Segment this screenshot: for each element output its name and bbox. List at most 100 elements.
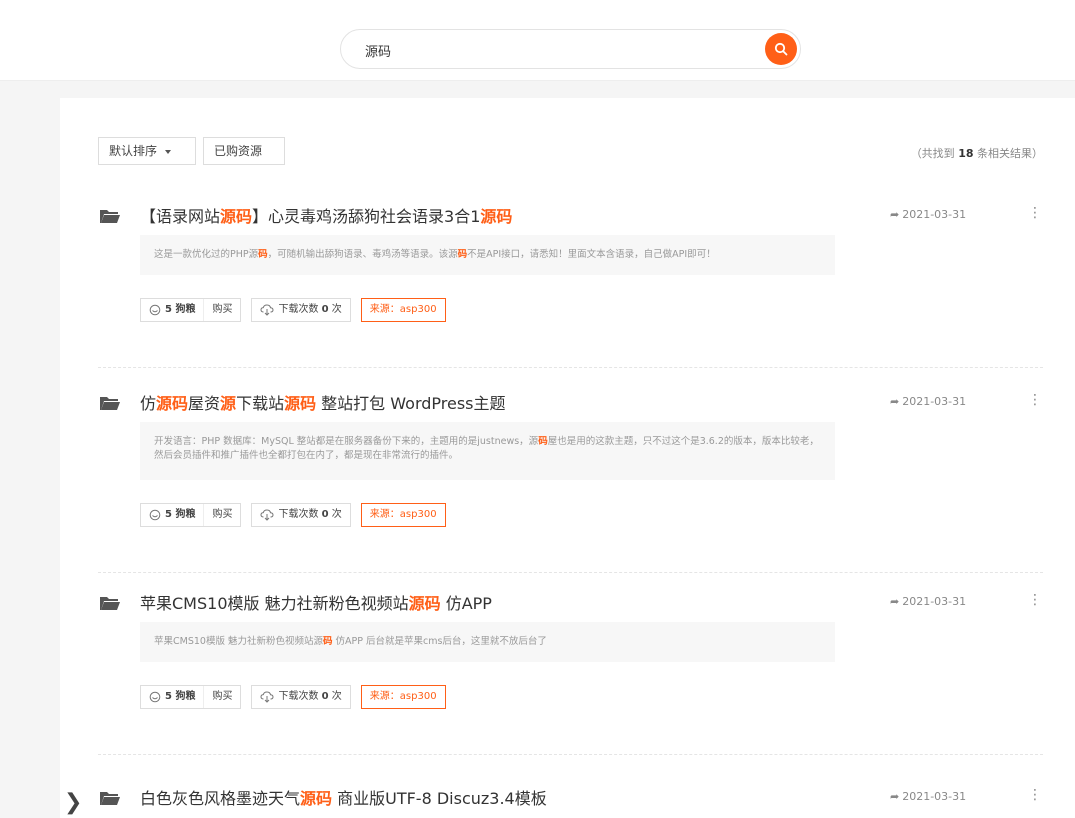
keyword-highlight: 源码 (156, 394, 189, 413)
search-input[interactable] (363, 39, 747, 61)
item-divider (98, 367, 1043, 368)
date-text: 2021-03-31 (902, 395, 967, 408)
title-text: 屋资 (188, 394, 221, 413)
title-text: 下载站 (236, 394, 285, 413)
item-title-link[interactable]: 白色灰色风格墨迹天气源码 商业版UTF-8 Discuz3.4模板 (140, 785, 547, 809)
sort-label: 默认排序 (109, 144, 158, 158)
caret-down-icon (165, 149, 172, 154)
source-tag[interactable]: 来源：asp300 (360, 685, 446, 709)
folder-icon (100, 597, 120, 610)
coin-icon (149, 691, 161, 703)
result-count-suffix: 条相关结果） (977, 147, 1043, 160)
title-text: 仿 (140, 394, 157, 413)
search-box (340, 29, 801, 69)
date-text: 2021-03-31 (902, 595, 967, 608)
more-vertical-icon[interactable]: ⋮ (1028, 787, 1042, 803)
share-arrow-icon: ➦ (890, 395, 900, 408)
keyword-highlight: 源码 (284, 394, 317, 413)
item-description: 苹果CMS10模版 魅力社新粉色视频站源码 仿APP 后台就是苹果cms后台，这… (140, 622, 835, 662)
item-description: 开发语言：PHP 数据库：MySQL 整站都是在服务器备份下来的，主题用的是ju… (140, 422, 835, 480)
item-title-link[interactable]: 仿源码屋资源下载站源码 整站打包 WordPress主题 (140, 390, 506, 414)
share-arrow-icon: ➦ (890, 790, 900, 803)
share-arrow-icon: ➦ (890, 208, 900, 221)
desc-text: ，可随机输出舔狗语录、毒鸡汤等语录。该源 (267, 249, 458, 260)
result-count: （共找到 18 条相关结果） (911, 145, 1043, 161)
cloud-download-icon (260, 304, 274, 316)
item-date: ➦ 2021-03-31 (890, 395, 966, 408)
title-text: 整站打包 WordPress主题 (316, 394, 506, 413)
date-text: 2021-03-31 (902, 208, 967, 221)
cloud-download-icon (260, 509, 274, 521)
buy-button[interactable]: 购买 (203, 686, 240, 708)
price-segment: 5 狗粮 (141, 299, 203, 321)
download-text: 下载次数 0 次 (278, 504, 341, 526)
desc-text: 苹果CMS10模版 魅力社新粉色视频站源 (154, 636, 323, 647)
title-text: 】心灵毒鸡汤舔狗社会语录3合1 (252, 207, 481, 226)
item-date: ➦ 2021-03-31 (890, 790, 966, 803)
title-text: 白色灰色风格墨迹天气 (140, 789, 301, 808)
search-icon (774, 42, 788, 56)
keyword-highlight: 码 (457, 249, 468, 260)
share-arrow-icon: ➦ (890, 595, 900, 608)
item-date: ➦ 2021-03-31 (890, 208, 966, 221)
price-segment: 5 狗粮 (141, 686, 203, 708)
price-segment: 5 狗粮 (141, 504, 203, 526)
buy-button[interactable]: 购买 (203, 299, 240, 321)
source-tag[interactable]: 来源：asp300 (360, 503, 446, 527)
keyword-highlight: 源码 (480, 207, 513, 226)
price-text: 5 狗粮 (165, 691, 196, 702)
download-unit: 次 (328, 304, 342, 315)
keyword-highlight: 源 (220, 394, 237, 413)
download-count-tag: 下载次数 0 次 (251, 685, 351, 709)
desc-text: 这是一款优化过的PHP源 (154, 249, 259, 260)
coin-icon (149, 304, 161, 316)
chevron-left-icon[interactable]: ❯ (64, 792, 82, 814)
download-count: 0 (321, 304, 329, 315)
coin-icon (149, 509, 161, 521)
item-divider (98, 754, 1043, 755)
more-vertical-icon[interactable]: ⋮ (1028, 205, 1042, 221)
source-tag[interactable]: 来源：asp300 (360, 298, 446, 322)
price-text: 5 狗粮 (165, 304, 196, 315)
download-unit: 次 (328, 509, 342, 520)
item-title-link[interactable]: 苹果CMS10模版 魅力社新粉色视频站源码 仿APP (140, 590, 492, 614)
item-tags: 5 狗粮 购买 下载次数 0 次来源：asp300 (140, 503, 446, 527)
buy-button[interactable]: 购买 (203, 504, 240, 526)
keyword-highlight: 源码 (300, 789, 333, 808)
keyword-highlight: 码 (258, 249, 268, 260)
more-vertical-icon[interactable]: ⋮ (1028, 392, 1042, 408)
sort-dropdown[interactable]: 默认排序 (98, 137, 196, 165)
title-text: 【语录网站 (140, 207, 221, 226)
item-date: ➦ 2021-03-31 (890, 595, 966, 608)
download-text: 下载次数 0 次 (278, 686, 341, 708)
desc-text: 仿APP 后台就是苹果cms后台，这里就不放后台了 (332, 636, 547, 647)
download-label: 下载次数 (278, 304, 322, 315)
title-text: 苹果CMS10模版 魅力社新粉色视频站 (140, 594, 409, 613)
price-buy-tag: 5 狗粮 购买 (140, 503, 242, 527)
more-vertical-icon[interactable]: ⋮ (1028, 592, 1042, 608)
desc-text: 开发语言：PHP 数据库：MySQL 整站都是在服务器备份下来的，主题用的是ju… (154, 436, 539, 447)
search-button[interactable] (765, 33, 797, 65)
item-description: 这是一款优化过的PHP源码，可随机输出舔狗语录、毒鸡汤等语录。该源码不是API接… (140, 235, 835, 275)
price-buy-tag: 5 狗粮 购买 (140, 298, 242, 322)
price-text: 5 狗粮 (165, 509, 196, 520)
cloud-download-icon (260, 691, 274, 703)
download-unit: 次 (328, 691, 342, 702)
results-panel: 默认排序 已购资源 （共找到 18 条相关结果） 【语录网站源码】心灵毒鸡汤舔狗… (60, 98, 1075, 818)
title-text: 商业版UTF-8 Discuz3.4模板 (332, 789, 547, 808)
keyword-highlight: 源码 (408, 594, 441, 613)
price-buy-tag: 5 狗粮 购买 (140, 685, 242, 709)
folder-icon (100, 792, 120, 805)
download-text: 下载次数 0 次 (278, 299, 341, 321)
download-count: 0 (321, 509, 329, 520)
keyword-highlight: 码 (538, 436, 548, 447)
download-label: 下载次数 (278, 509, 322, 520)
desc-text: 不是API接口，请悉知！里面文本含语录，自己做API即可！ (467, 249, 716, 260)
result-count-prefix: （共找到 (910, 147, 955, 160)
item-title-link[interactable]: 【语录网站源码】心灵毒鸡汤舔狗社会语录3合1源码 (140, 203, 512, 227)
download-count: 0 (321, 691, 329, 702)
date-text: 2021-03-31 (902, 790, 967, 803)
purchased-filter-button[interactable]: 已购资源 (203, 137, 285, 165)
download-count-tag: 下载次数 0 次 (251, 298, 351, 322)
download-label: 下载次数 (278, 691, 322, 702)
